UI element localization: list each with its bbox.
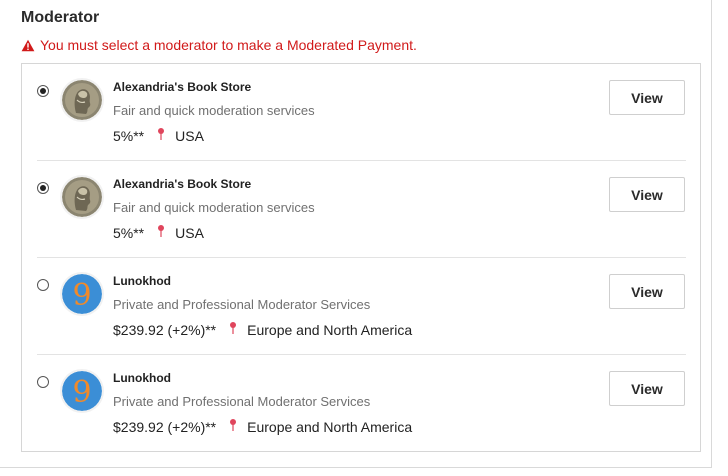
moderator-radio[interactable] (37, 182, 49, 194)
moderator-description: Private and Professional Moderator Servi… (113, 297, 371, 312)
svg-text:9: 9 (72, 278, 91, 313)
moderator-fee: 5%** (113, 225, 145, 241)
view-button[interactable]: View (609, 274, 685, 309)
moderator-radio[interactable] (37, 376, 49, 388)
moderator-fee: $239.92 (+2%)** (113, 322, 217, 338)
coin-portrait-icon (62, 177, 102, 217)
moderator-list: Alexandria's Book Store Fair and quick m… (21, 63, 701, 452)
moderator-description: Fair and quick moderation services (113, 103, 315, 118)
location-pin-icon (156, 224, 166, 238)
moderator-name: Lunokhod (113, 274, 171, 288)
moderator-row[interactable]: Alexandria's Book Store Fair and quick m… (22, 161, 700, 258)
view-button[interactable]: View (609, 177, 685, 212)
moderator-meta: 5%** USA (113, 128, 204, 144)
moderator-meta: 5%** USA (113, 225, 204, 241)
moderator-meta: $239.92 (+2%)** Europe and North America (113, 419, 412, 435)
moderator-row[interactable]: 9 Lunokhod Private and Professional Mode… (22, 258, 700, 355)
moderator-name: Alexandria's Book Store (113, 177, 252, 191)
moderator-radio[interactable] (37, 85, 49, 97)
location-pin-icon (228, 418, 238, 432)
error-text: You must select a moderator to make a Mo… (40, 37, 417, 53)
moderator-fee: 5%** (113, 128, 145, 144)
moderator-description: Private and Professional Moderator Servi… (113, 394, 371, 409)
moderator-panel: Moderator You must select a moderator to… (0, 0, 712, 468)
moderator-avatar: 9 (62, 371, 102, 411)
moderator-row[interactable]: 9 Lunokhod Private and Professional Mode… (22, 355, 700, 452)
coin-portrait-icon (62, 80, 102, 120)
moderator-location: USA (175, 225, 204, 241)
warning-icon (21, 39, 35, 52)
moderator-name: Alexandria's Book Store (113, 80, 252, 94)
location-pin-icon (156, 127, 166, 141)
moderator-avatar: 9 (62, 274, 102, 314)
moderator-name: Lunokhod (113, 371, 171, 385)
moderator-avatar (62, 177, 102, 217)
moderator-location: USA (175, 128, 204, 144)
moderator-location: Europe and North America (247, 322, 413, 338)
view-button[interactable]: View (609, 371, 685, 406)
moderator-meta: $239.92 (+2%)** Europe and North America (113, 322, 412, 338)
moderator-avatar (62, 80, 102, 120)
nine-logo-icon: 9 (62, 371, 102, 411)
moderator-fee: $239.92 (+2%)** (113, 419, 217, 435)
view-button[interactable]: View (609, 80, 685, 115)
location-pin-icon (228, 321, 238, 335)
error-message: You must select a moderator to make a Mo… (21, 37, 417, 53)
moderator-location: Europe and North America (247, 419, 413, 435)
section-title: Moderator (21, 9, 100, 26)
moderator-radio[interactable] (37, 279, 49, 291)
nine-logo-icon: 9 (62, 274, 102, 314)
moderator-row[interactable]: Alexandria's Book Store Fair and quick m… (22, 64, 700, 161)
moderator-description: Fair and quick moderation services (113, 200, 315, 215)
svg-text:9: 9 (72, 375, 91, 410)
